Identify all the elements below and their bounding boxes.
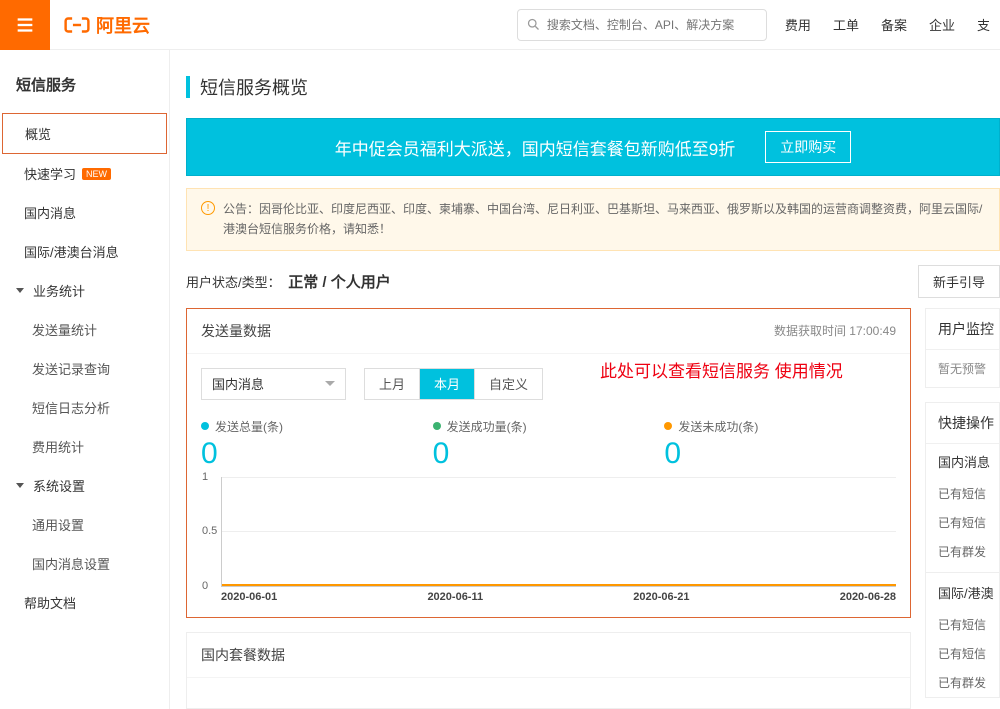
aliyun-logo-icon: [64, 12, 90, 38]
dot-icon: [201, 422, 209, 430]
quick-link[interactable]: 已有群发: [926, 537, 999, 566]
quick-sec-intl: 国际/港澳: [926, 572, 999, 610]
topnav-enterprise[interactable]: 企业: [929, 15, 955, 34]
user-status: 用户状态/类型： 正常 / 个人用户: [186, 271, 391, 292]
metrics-row: 发送总量(条) 0 发送成功量(条) 0 发送未成功(条) 0: [187, 414, 910, 477]
metric-total: 发送总量(条) 0: [201, 418, 433, 471]
chevron-down-icon: [16, 483, 24, 488]
chevron-down-icon: [325, 381, 335, 386]
new-badge: NEW: [82, 168, 111, 180]
quick-link[interactable]: 已有短信: [926, 639, 999, 668]
package-card-title: 国内套餐数据: [201, 645, 285, 665]
global-search[interactable]: [517, 9, 767, 41]
send-card-title: 发送量数据: [201, 321, 271, 341]
period-tabs: 上月 本月 自定义: [364, 368, 543, 400]
ytick: 0.5: [202, 525, 217, 537]
tab-custom[interactable]: 自定义: [474, 369, 542, 399]
data-fetch-time: 数据获取时间 17:00:49: [774, 322, 896, 339]
chart-series-line: [222, 584, 896, 586]
sidebar-group-stats[interactable]: 业务统计: [0, 271, 169, 310]
monitor-card: 用户监控 暂无预警: [925, 308, 1000, 388]
send-chart: 1 0.5 0 2020-06-01 2020-06-11 2020-06-21…: [187, 477, 910, 617]
quick-ops-card: 快捷操作 国内消息 已有短信 已有短信 已有群发 国际/港澳 已有短信 已有短信…: [925, 402, 1000, 698]
quick-link[interactable]: 已有短信: [926, 479, 999, 508]
dot-icon: [664, 422, 672, 430]
ytick: 1: [202, 471, 208, 483]
notice-bar: ! 公告：因哥伦比亚、印度尼西亚、印度、柬埔寨、中国台湾、尼日利亚、巴基斯坦、马…: [186, 188, 1000, 251]
chevron-down-icon: [16, 288, 24, 293]
sidebar-sub-domestic-settings[interactable]: 国内消息设置: [0, 544, 169, 583]
sidebar-sub-fee-stats[interactable]: 费用统计: [0, 427, 169, 466]
metric-fail: 发送未成功(条) 0: [664, 418, 896, 471]
menu-toggle[interactable]: [0, 0, 50, 50]
topnav-icp[interactable]: 备案: [881, 15, 907, 34]
sidebar-sub-general-settings[interactable]: 通用设置: [0, 505, 169, 544]
sidebar-item-quickstart[interactable]: 快速学习 NEW: [0, 154, 169, 193]
ytick: 0: [202, 580, 208, 592]
monitor-empty: 暂无预警: [926, 350, 999, 387]
sidebar-item-help[interactable]: 帮助文档: [0, 583, 169, 622]
xtick: 2020-06-01: [221, 591, 277, 603]
annotation-text: 此处可以查看短信服务 使用情况: [600, 357, 843, 382]
sidebar-group-settings[interactable]: 系统设置: [0, 466, 169, 505]
quick-link[interactable]: 已有群发: [926, 668, 999, 697]
topnav-support[interactable]: 支: [977, 15, 990, 34]
info-icon: !: [201, 201, 215, 215]
sidebar-sub-send-stats[interactable]: 发送量统计: [0, 310, 169, 349]
monitor-title: 用户监控: [926, 309, 999, 350]
brand-logo[interactable]: 阿里云: [64, 12, 150, 38]
topnav-fee[interactable]: 费用: [785, 15, 811, 34]
package-card: 国内套餐数据: [186, 632, 911, 709]
metric-success: 发送成功量(条) 0: [433, 418, 665, 471]
quick-link[interactable]: 已有短信: [926, 610, 999, 639]
send-stats-card: 发送量数据 数据获取时间 17:00:49 国内消息 上月 本月 自定义: [186, 308, 911, 618]
newbie-guide-button[interactable]: 新手引导: [918, 265, 1000, 298]
quick-sec-domestic: 国内消息: [926, 444, 999, 479]
sidebar-sub-log-analysis[interactable]: 短信日志分析: [0, 388, 169, 427]
tab-this-month[interactable]: 本月: [419, 369, 474, 399]
xtick: 2020-06-21: [633, 591, 689, 603]
topnav-ticket[interactable]: 工单: [833, 15, 859, 34]
top-nav: 费用 工单 备案 企业 支: [785, 15, 990, 34]
sidebar: 短信服务 概览 快速学习 NEW 国内消息 国际/港澳台消息 业务统计 发送量统…: [0, 50, 170, 709]
xtick: 2020-06-28: [840, 591, 896, 603]
quick-title: 快捷操作: [926, 403, 999, 444]
search-icon: [526, 17, 541, 32]
notice-text: 公告：因哥伦比亚、印度尼西亚、印度、柬埔寨、中国台湾、尼日利亚、巴基斯坦、马来西…: [223, 199, 985, 240]
sidebar-item-intl[interactable]: 国际/港澳台消息: [0, 232, 169, 271]
promo-buy-button[interactable]: 立即购买: [765, 131, 851, 163]
quick-link[interactable]: 已有短信: [926, 508, 999, 537]
brand-text: 阿里云: [96, 12, 150, 38]
sidebar-item-domestic[interactable]: 国内消息: [0, 193, 169, 232]
tab-last-month[interactable]: 上月: [365, 369, 419, 399]
hamburger-icon: [14, 14, 36, 36]
promo-text: 年中促会员福利大派送，国内短信套餐包新购低至9折: [335, 135, 735, 160]
sidebar-title: 短信服务: [0, 60, 169, 113]
sidebar-item-overview[interactable]: 概览: [2, 113, 167, 154]
message-type-select[interactable]: 国内消息: [201, 368, 346, 400]
promo-banner: 年中促会员福利大派送，国内短信套餐包新购低至9折 立即购买: [186, 118, 1000, 176]
title-accent-bar: [186, 76, 190, 98]
search-input[interactable]: [547, 18, 758, 32]
page-title: 短信服务概览: [200, 74, 308, 100]
xtick: 2020-06-11: [427, 591, 483, 603]
dot-icon: [433, 422, 441, 430]
sidebar-sub-send-records[interactable]: 发送记录查询: [0, 349, 169, 388]
